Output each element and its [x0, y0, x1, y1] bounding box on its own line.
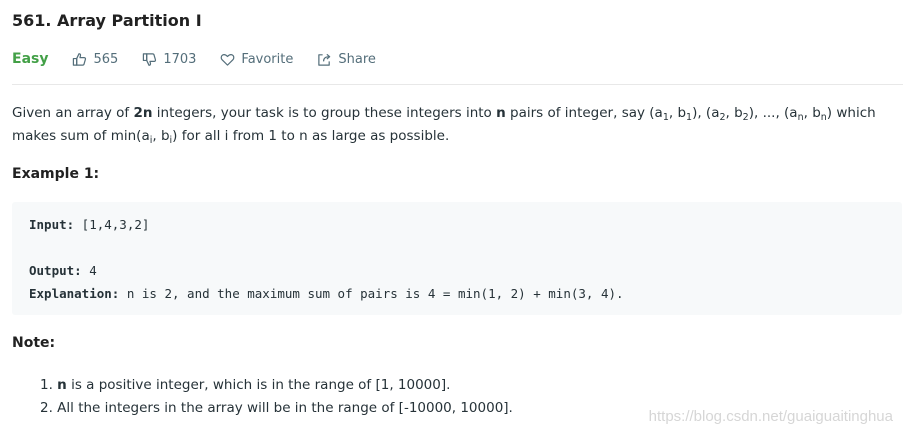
share-label: Share: [338, 51, 376, 67]
favorite-label: Favorite: [241, 51, 294, 67]
heart-icon: [221, 53, 235, 66]
explanation-label: Explanation:: [29, 286, 120, 301]
difficulty-badge: Easy: [12, 51, 49, 67]
note-list: 1. n is a positive integer, which is in …: [40, 374, 513, 420]
example-code-block: Input: [1,4,3,2] Output: 4 Explanation: …: [12, 202, 902, 315]
thumbs-down-icon: [143, 52, 157, 66]
favorite-button[interactable]: Favorite: [220, 52, 293, 67]
header-divider: [12, 84, 903, 85]
input-label: Input:: [29, 217, 75, 232]
example-input-line: Input: [1,4,3,2]: [29, 217, 149, 232]
example-output-line: Output: 4: [29, 263, 97, 278]
dislike-count: 1703: [163, 51, 197, 67]
problem-description: Given an array of 2n integers, your task…: [12, 105, 876, 146]
example-heading: Example 1:: [12, 166, 100, 182]
example-explanation-line: Explanation: n is 2, and the maximum sum…: [29, 286, 624, 301]
dislike-button[interactable]: 1703: [142, 52, 196, 67]
like-button[interactable]: 565: [72, 52, 118, 67]
output-value: 4: [81, 263, 97, 278]
share-button[interactable]: Share: [317, 52, 376, 67]
note-heading: Note:: [12, 335, 56, 351]
note-item: 1. n is a positive integer, which is in …: [40, 377, 451, 393]
watermark-text: https://blog.csdn.net/guaiguaitinghua: [648, 408, 893, 425]
like-count: 565: [93, 51, 119, 67]
share-icon: [318, 53, 331, 66]
explanation-value: n is 2, and the maximum sum of pairs is …: [119, 286, 624, 301]
output-label: Output:: [29, 263, 82, 278]
thumbs-up-icon: [73, 52, 87, 66]
problem-title: 561. Array Partition I: [12, 11, 202, 30]
note-item: 2. All the integers in the array will be…: [40, 400, 513, 416]
problem-meta-bar: Easy 565 1703 Favorite Share: [12, 50, 400, 68]
input-value: [1,4,3,2]: [74, 217, 150, 232]
